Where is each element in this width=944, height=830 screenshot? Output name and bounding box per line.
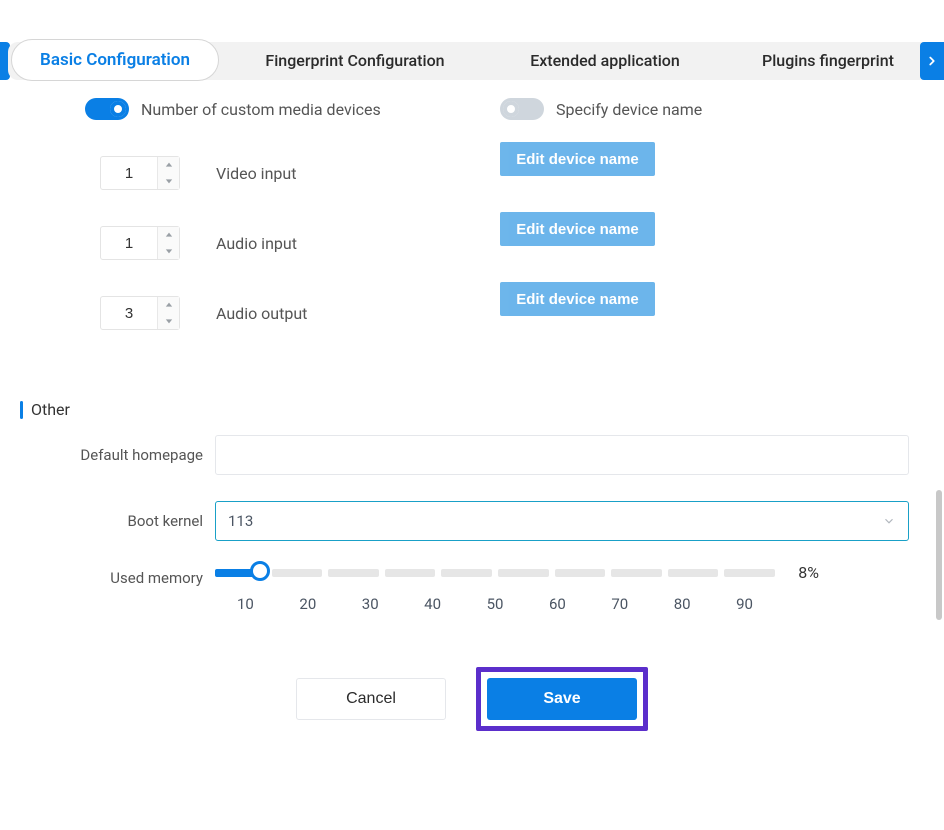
- video-input-down[interactable]: [158, 173, 179, 189]
- scrollbar-thumb[interactable]: [936, 490, 942, 620]
- audio-output-label: Audio output: [216, 304, 307, 323]
- toggle-custom-media-devices-label: Number of custom media devices: [141, 100, 381, 119]
- tab-basic-configuration[interactable]: Basic Configuration: [11, 39, 219, 81]
- toggle-custom-media-devices[interactable]: [85, 98, 129, 120]
- tab-strip: Basic Configuration Fingerprint Configur…: [8, 42, 938, 80]
- slider-thumb[interactable]: [250, 561, 270, 581]
- tick-20: 20: [299, 595, 316, 613]
- tick-30: 30: [362, 595, 379, 613]
- boot-kernel-select[interactable]: 113: [215, 501, 909, 541]
- tick-40: 40: [424, 595, 441, 613]
- tick-50: 50: [487, 595, 504, 613]
- chevron-down-icon: [882, 514, 896, 528]
- audio-input-up[interactable]: [158, 227, 179, 243]
- used-memory-slider[interactable]: 8% 10 20 30 40 50 60 70 80 90: [215, 567, 775, 613]
- tab-scroll-right[interactable]: [920, 42, 944, 80]
- video-input-value[interactable]: [101, 164, 157, 183]
- edit-video-input-name-button[interactable]: Edit device name: [500, 142, 655, 176]
- chevron-right-icon: [925, 54, 939, 68]
- tick-70: 70: [611, 595, 628, 613]
- media-devices-section: Number of custom media devices Video inp…: [20, 98, 924, 330]
- section-other-title: Other: [31, 400, 70, 419]
- audio-output-down[interactable]: [158, 313, 179, 329]
- video-input-label: Video input: [216, 164, 296, 183]
- default-homepage-label: Default homepage: [20, 446, 215, 464]
- section-other-heading: Other: [20, 400, 924, 419]
- edit-audio-input-name-button[interactable]: Edit device name: [500, 212, 655, 246]
- audio-input-value[interactable]: [101, 234, 157, 253]
- tab-plugins-fingerprint[interactable]: Plugins fingerprint: [748, 42, 908, 80]
- audio-output-value[interactable]: [101, 304, 157, 323]
- tick-80: 80: [674, 595, 691, 613]
- save-button-highlight: Save: [476, 667, 648, 731]
- section-marker-icon: [20, 401, 23, 419]
- boot-kernel-value: 113: [228, 512, 253, 530]
- audio-input-label: Audio input: [216, 234, 297, 253]
- tick-60: 60: [549, 595, 566, 613]
- save-button[interactable]: Save: [487, 678, 637, 720]
- boot-kernel-label: Boot kernel: [20, 512, 215, 530]
- tabbar: Basic Configuration Fingerprint Configur…: [0, 42, 944, 80]
- video-input-stepper[interactable]: [100, 156, 180, 190]
- used-memory-label: Used memory: [20, 567, 215, 587]
- audio-output-up[interactable]: [158, 297, 179, 313]
- cancel-button[interactable]: Cancel: [296, 678, 446, 720]
- audio-output-stepper[interactable]: [100, 296, 180, 330]
- audio-input-stepper[interactable]: [100, 226, 180, 260]
- audio-input-down[interactable]: [158, 243, 179, 259]
- toggle-specify-device-name-label: Specify device name: [556, 100, 702, 119]
- tick-10: 10: [237, 595, 254, 613]
- video-input-up[interactable]: [158, 157, 179, 173]
- tab-extended-application[interactable]: Extended application: [505, 42, 705, 80]
- toggle-specify-device-name[interactable]: [500, 98, 544, 120]
- edit-audio-output-name-button[interactable]: Edit device name: [500, 282, 655, 316]
- footer-actions: Cancel Save: [20, 667, 924, 731]
- slider-ticks: 10 20 30 40 50 60 70 80 90: [215, 595, 775, 613]
- default-homepage-input[interactable]: [215, 435, 909, 475]
- tab-fingerprint-configuration[interactable]: Fingerprint Configuration: [255, 42, 455, 80]
- tick-90: 90: [736, 595, 753, 613]
- used-memory-value: 8%: [798, 563, 819, 582]
